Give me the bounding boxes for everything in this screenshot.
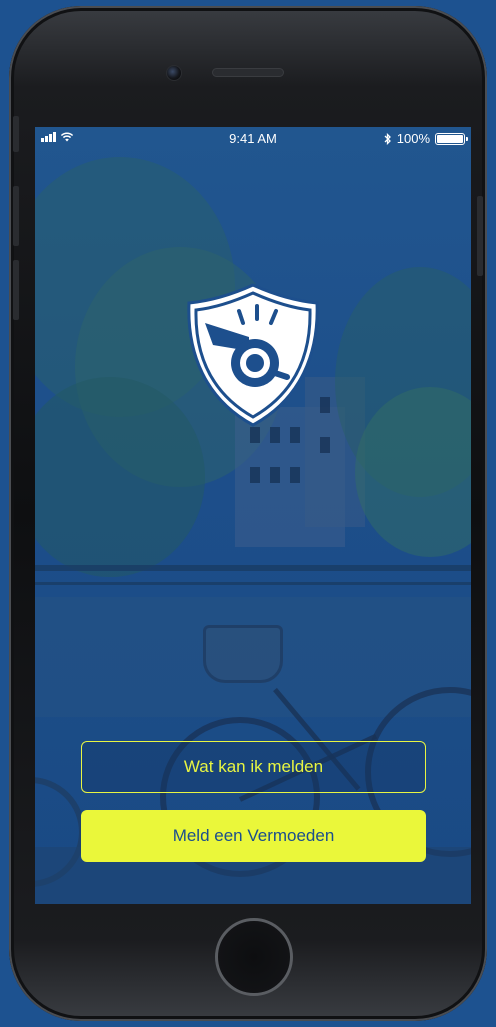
home-button[interactable] [215,918,293,996]
status-right: 100% [384,131,468,146]
battery-icon [435,132,468,145]
volume-down-button [13,260,19,320]
status-bar: 9:41 AM 100% [35,127,471,151]
what-can-i-report-button[interactable]: Wat kan ik melden [81,741,426,793]
earpiece-speaker [212,68,284,77]
bluetooth-icon [384,132,391,145]
report-suspicion-button[interactable]: Meld een Vermoeden [81,810,426,862]
front-camera [166,65,182,81]
battery-fill [437,134,463,143]
power-button [477,196,483,276]
app-screen: 9:41 AM 100% Wat kan ik melden Meld een … [35,127,471,904]
mute-switch [13,116,19,152]
volume-up-button [13,186,19,246]
whistle-shield-icon [187,283,319,427]
battery-percentage: 100% [396,131,430,146]
